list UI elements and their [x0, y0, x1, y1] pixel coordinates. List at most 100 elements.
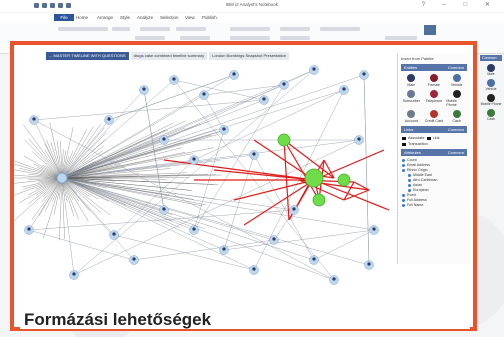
person-icon [272, 237, 276, 241]
right-panel-header[interactable]: Common [480, 55, 502, 61]
highlighted-node[interactable] [312, 193, 326, 207]
highlighted-node[interactable] [304, 168, 324, 188]
document-tabs: ... MASTER TIMELINE WITH QUESTIONS drugs… [46, 52, 289, 60]
person-icon [362, 72, 366, 76]
ring-button[interactable] [135, 36, 165, 40]
right-panel-entity-cash[interactable]: Cash [478, 109, 504, 121]
red-link [343, 189, 370, 201]
right-panel-entity-mobile-phone[interactable]: Mobile Phone [478, 94, 504, 106]
grey-link [133, 239, 275, 261]
window-controls[interactable]: ? – □ ✕ [422, 1, 498, 8]
palette-entity-mobile-phone[interactable]: Mobile Phone [446, 90, 467, 107]
attribute-icon [402, 203, 405, 207]
tab-analyze[interactable]: Analyze [134, 14, 156, 21]
doc-tab-london-bombings[interactable]: London Bombings Snapshot Presentation [209, 52, 289, 60]
person-icon [162, 207, 166, 211]
grey-link [363, 74, 370, 266]
caption-text: Formázási lehetőségek [24, 310, 212, 329]
male-icon [407, 74, 416, 82]
grey-link [223, 229, 375, 251]
label-color-button[interactable] [230, 27, 270, 31]
attributes-header[interactable]: Attributes Common [401, 149, 467, 156]
palette-entity-subscriber[interactable]: Subscriber [401, 90, 422, 107]
entities-header[interactable]: Entities Common [401, 64, 467, 71]
links-header[interactable]: Links Common [401, 126, 467, 133]
line-color-button[interactable] [176, 27, 206, 31]
attributes-list: Count Email Address Ethnic Origin Middle Ea… [398, 157, 470, 209]
connection-style-button[interactable] [320, 27, 360, 31]
right-panel-entity-male[interactable]: Male [478, 64, 504, 76]
type-button[interactable] [280, 27, 310, 31]
ribbon-tabs: File Home Arrange Style Analyze Selectio… [0, 13, 504, 23]
attribute-icon [408, 173, 411, 177]
palette-entity-label: Mobile Phone [446, 99, 457, 107]
person-icon [222, 247, 226, 251]
tab-style[interactable]: Style [117, 14, 133, 21]
cash-icon [452, 110, 461, 118]
palette-entity-vehicle[interactable]: Vehicle [446, 74, 467, 87]
doc-tab-drugs-cake[interactable]: drugs cake combined timeline summary [130, 52, 208, 60]
frame-button[interactable] [140, 27, 170, 31]
person-icon [107, 117, 111, 121]
tab-file[interactable]: File [54, 14, 74, 21]
red-link [313, 149, 385, 181]
font-size-dropdown[interactable] [112, 27, 130, 31]
person-icon [112, 232, 116, 236]
attribute-icon [408, 178, 411, 182]
attribute-icon [408, 188, 411, 192]
attribute-item[interactable]: Full Name [402, 203, 466, 208]
tab-selection[interactable]: Selection [157, 14, 182, 21]
title-bar: IBM i2 Analyst's Notebook ? – □ ✕ [0, 0, 504, 12]
emphasize-button[interactable] [180, 36, 210, 40]
account-icon [407, 110, 416, 118]
formatting-icon[interactable] [424, 25, 436, 35]
person-icon [312, 67, 316, 71]
insert-palette-panel: Insert from Palette Entities Common Male… [397, 54, 470, 264]
right-panel-entity-vehicle[interactable]: Vehicle [478, 79, 504, 91]
hub-node[interactable] [56, 172, 68, 184]
grey-link [61, 177, 195, 231]
enlarge-button[interactable] [230, 36, 270, 40]
grey-link [61, 84, 285, 179]
credit-card-icon [429, 110, 438, 118]
font-dropdown[interactable] [58, 27, 108, 31]
tab-publish[interactable]: Publish [199, 14, 220, 21]
palette-entity-account[interactable]: Account [401, 110, 422, 123]
palette-entity-male[interactable]: Male [401, 74, 422, 87]
vehicle-icon [452, 74, 461, 82]
tab-home[interactable]: Home [73, 14, 91, 21]
doc-tab-master-timeline[interactable]: ... MASTER TIMELINE WITH QUESTIONS [46, 52, 129, 60]
fan-link [24, 139, 63, 179]
palette-entity-telephone[interactable]: Telephone [424, 90, 445, 107]
tab-view[interactable]: View [182, 14, 198, 21]
link-link[interactable]: Link [426, 136, 440, 140]
palette-entity-label: Cash [452, 119, 461, 123]
grey-link [33, 119, 63, 179]
person-icon [262, 97, 266, 101]
red-link [163, 159, 315, 181]
apply-attributes-button[interactable] [385, 36, 417, 40]
grey-link [61, 177, 255, 271]
palette-entity-label: Credit Card [424, 119, 444, 123]
line-width-button[interactable] [280, 36, 310, 40]
palette-title: Insert from Palette [401, 56, 434, 61]
grey-link [61, 177, 315, 261]
palette-entity-credit-card[interactable]: Credit Card [424, 110, 445, 123]
link-associate[interactable]: Associate [402, 136, 424, 140]
person-icon [372, 227, 376, 231]
chart-canvas[interactable] [14, 60, 396, 300]
attribute-icon [402, 168, 405, 172]
grey-link [28, 177, 63, 231]
attribute-icon [402, 198, 405, 202]
palette-entity-label: Vehicle [450, 83, 463, 87]
highlighted-node[interactable] [337, 173, 351, 187]
highlighted-node[interactable] [277, 133, 291, 147]
link-transaction[interactable]: Transaction [402, 142, 428, 146]
caption-box: Formázási lehetőségek [20, 300, 470, 329]
tab-arrange[interactable]: Arrange [94, 14, 116, 21]
grey-link [61, 79, 175, 179]
palette-entity-cash[interactable]: Cash [446, 110, 467, 123]
red-link [313, 179, 390, 211]
person-icon [192, 157, 196, 161]
palette-entity-female[interactable]: Female [424, 74, 445, 87]
